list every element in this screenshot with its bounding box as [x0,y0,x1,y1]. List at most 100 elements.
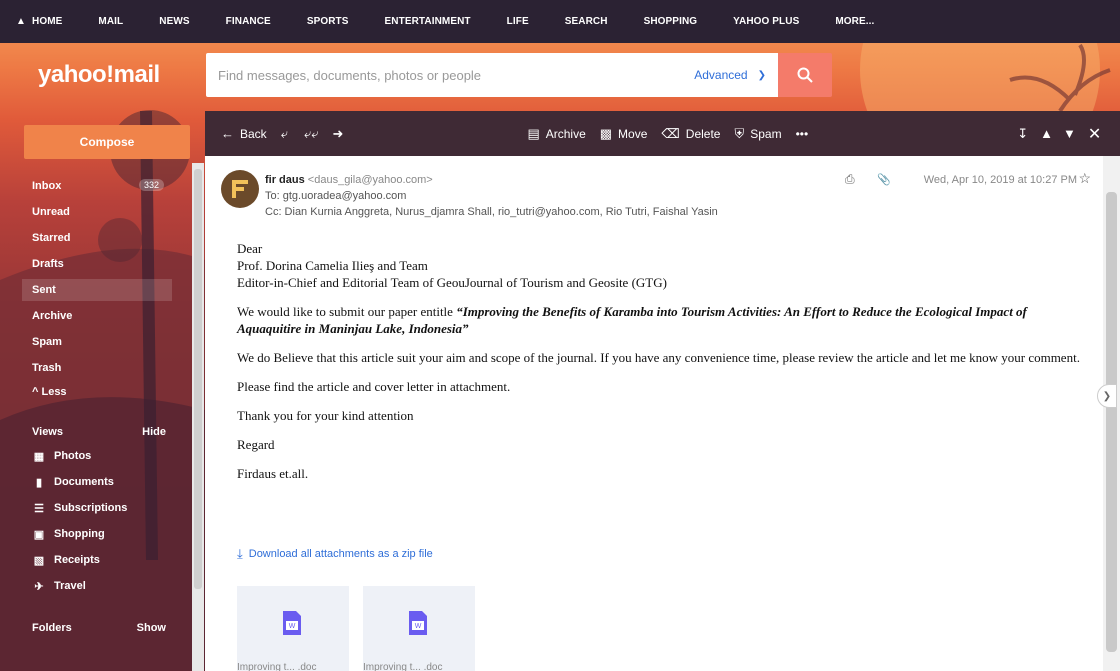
greeting-text: Dear [237,241,263,256]
more-actions-button[interactable]: ••• [796,127,809,141]
advanced-search-button[interactable]: Advanced ❯ [694,68,766,82]
expand-panel-arrow-icon[interactable]: ❯ [1097,384,1117,408]
sidebar-item-archive[interactable]: Archive [22,305,172,327]
sidebar-item-spam[interactable]: Spam [22,331,172,353]
attachment-filename: Improving t... .doc [237,662,317,671]
nav-search[interactable]: SEARCH [565,16,608,27]
attachment-card[interactable]: W Improving t... .doc [237,586,349,671]
message-body: Dear Prof. Dorina Camelia Ilieş and Team… [237,240,1087,494]
recipient-cc: Cc: Dian Kurnia Anggreta, Nurus_djamra S… [265,206,718,218]
trash-icon: ⌫ [661,125,680,141]
paragraph-text: We would like to submit our paper entitl… [237,304,457,319]
compose-button[interactable]: Compose [24,125,190,159]
sidebar-item-label: Receipts [54,554,100,566]
home-icon: ▲ [16,16,26,27]
previous-message-button[interactable]: ▲ [1040,126,1059,141]
photos-icon: ▦ [33,450,45,463]
sidebar-scrollbar[interactable] [192,163,204,671]
reply-all-button[interactable]: ⤶⤶ [304,126,325,142]
nav-finance[interactable]: FINANCE [226,16,271,27]
body-paragraph-2: We do Believe that this article suit you… [237,350,1080,365]
sidebar-item-receipts[interactable]: ▧ Receipts [22,549,172,571]
message-scrollbar-thumb[interactable] [1106,192,1117,652]
sidebar-item-label: Documents [54,476,114,488]
attachment-filename: Improving t... .doc [363,662,443,671]
sidebar-item-shopping[interactable]: ▣ Shopping [22,523,172,545]
sidebar-item-travel[interactable]: ✈ Travel [22,575,172,597]
sidebar-item-documents[interactable]: ▮ Documents [22,471,172,493]
nav-life[interactable]: LIFE [507,16,529,27]
sender-name: fir daus [265,174,305,186]
sidebar-item-trash[interactable]: Trash [22,357,172,379]
move-button[interactable]: ▩ Move [600,126,648,142]
sidebar-item-starred[interactable]: Starred [22,227,172,249]
message-view: fir daus <daus_gila@yahoo.com> To: gtg.u… [205,156,1103,671]
caret-up-icon: ▲ [1040,126,1053,141]
nav-yahoo-plus[interactable]: YAHOO PLUS [733,16,799,27]
advanced-label: Advanced [694,68,748,82]
spam-button[interactable]: ⛨ Spam [734,126,781,142]
receipts-icon: ▧ [33,554,45,567]
nav-sports[interactable]: SPORTS [307,16,349,27]
sidebar-item-sent[interactable]: Sent [22,279,172,301]
sidebar-scrollbar-thumb[interactable] [194,169,202,589]
delete-button[interactable]: ⌫ Delete [661,126,720,142]
star-icon[interactable]: ☆ [1078,170,1091,187]
avatar[interactable] [221,170,259,208]
archive-icon: ▤ [527,125,540,141]
chevron-down-icon: ❯ [757,69,766,81]
yahoo-mail-logo[interactable]: yahoo!mail [38,61,160,89]
views-section-header: Views Hide [22,421,172,443]
unread-count-badge: 332 [138,179,164,191]
spam-label: Spam [750,126,782,141]
reply-icon: ⤶ [280,125,288,141]
body-signature: Firdaus et.all. [237,466,309,481]
shield-icon: ⛨ [734,125,745,141]
reply-button[interactable]: ⤶ [281,126,294,142]
attachment-card[interactable]: W Improving t... .doc [363,586,475,671]
nav-home-label: HOME [32,16,63,27]
body-paragraph-1: We would like to submit our paper entitl… [237,303,1087,337]
archive-button[interactable]: ▤ Archive [527,126,585,142]
search-icon [797,67,813,83]
nav-home[interactable]: ▲ HOME [16,16,62,27]
download-all-link[interactable]: ⤓ Download all attachments as a zip file [237,546,433,562]
message-date: Wed, Apr 10, 2019 at 10:27 PM [923,174,1077,186]
nav-shopping[interactable]: SHOPPING [644,16,698,27]
delete-label: Delete [685,126,721,141]
collapse-icon: ↧ [1017,125,1029,141]
editorial-line: Editor-in-Chief and Editorial Team of Ge… [237,275,667,290]
sidebar-item-inbox[interactable]: Inbox 332 [22,175,172,197]
search-button[interactable] [778,53,832,97]
nav-mail[interactable]: MAIL [98,16,123,27]
reply-all-icon: ⤶⤶ [303,125,319,141]
close-button[interactable]: ✕ [1088,124,1107,144]
message-scrollbar[interactable] [1103,156,1120,671]
travel-icon: ✈ [34,580,44,593]
caret-down-icon: ▼ [1062,126,1076,141]
next-message-button[interactable]: ▼ [1063,126,1082,141]
print-icon[interactable]: ⎙ [845,172,855,187]
views-hide-toggle[interactable]: Hide [142,426,166,438]
shopping-icon: ▣ [33,528,45,541]
sidebar-item-subscriptions[interactable]: ☰ Subscriptions [22,497,172,519]
sidebar-item-label: Shopping [54,528,105,540]
documents-icon: ▮ [35,476,43,489]
folder-move-icon: ▩ [599,125,613,141]
back-button[interactable]: ← Back [221,126,267,141]
search-input[interactable] [206,55,695,95]
download-icon: ⤓ [237,546,243,561]
svg-text:W: W [415,623,422,630]
collapse-button[interactable]: ↧ [1017,126,1034,142]
nav-entertainment[interactable]: ENTERTAINMENT [385,16,471,27]
folders-show-toggle[interactable]: Show [137,622,166,634]
nav-news[interactable]: NEWS [159,16,189,27]
sidebar-item-unread[interactable]: Unread [22,201,172,223]
sidebar-item-photos[interactable]: ▦ Photos [22,445,172,467]
forward-button[interactable]: ➜ [333,126,350,142]
sidebar-item-label: Subscriptions [54,502,128,514]
nav-more[interactable]: MORE... [835,16,874,27]
sidebar-item-drafts[interactable]: Drafts [22,253,172,275]
sender[interactable]: fir daus <daus_gila@yahoo.com> [265,174,433,186]
sidebar-less-toggle[interactable]: ^ Less [22,381,172,403]
